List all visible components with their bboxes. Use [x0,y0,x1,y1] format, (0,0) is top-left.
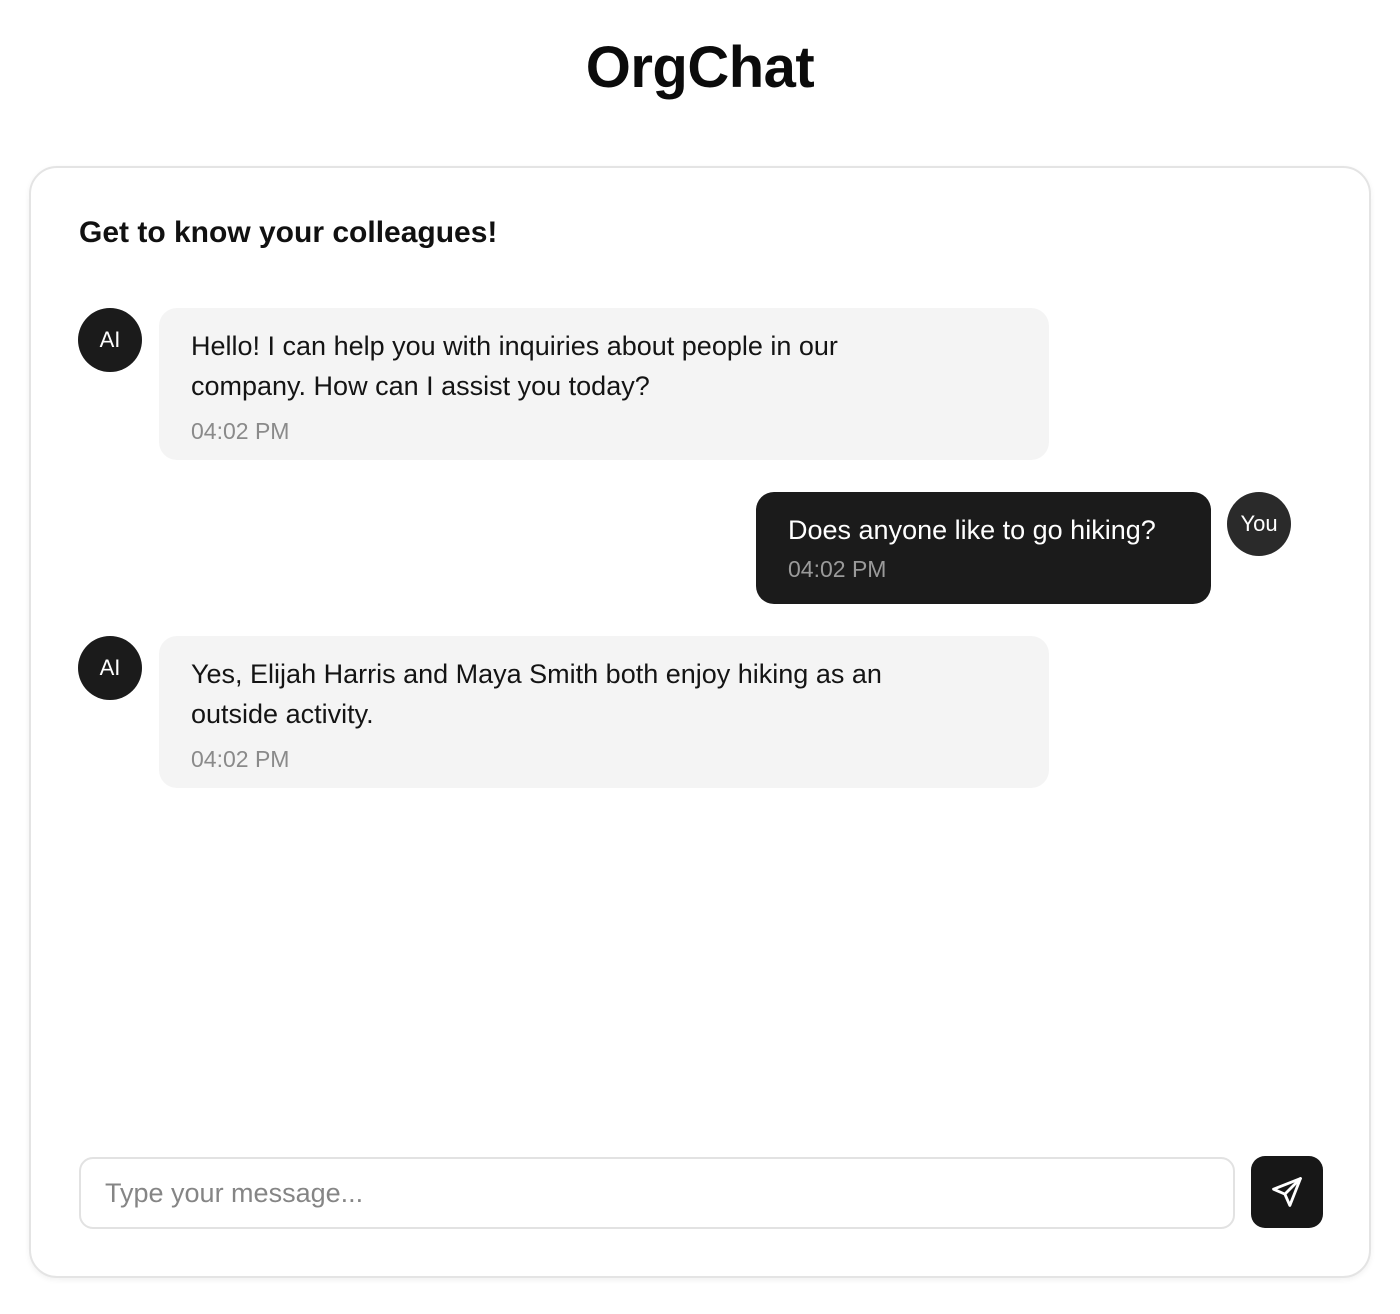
message-bubble-ai: Hello! I can help you with inquiries abo… [159,308,1049,460]
message-timestamp: 04:02 PM [788,556,887,582]
app-title: OrgChat [585,35,815,100]
ai-avatar: AI [78,308,142,372]
send-icon [1270,1175,1304,1209]
message-bubble-user: Does anyone like to go hiking? 04:02 PM [756,492,1211,604]
message-text: Does anyone like to go hiking? [788,515,1156,545]
send-button[interactable] [1251,1156,1323,1228]
message-timestamp: 04:02 PM [191,418,290,444]
user-avatar: You [1227,492,1291,556]
ai-avatar: AI [78,636,142,700]
chat-card: Get to know your colleagues! AI Hello! I… [29,166,1371,1278]
message-timestamp: 04:02 PM [191,746,290,772]
message-input[interactable] [79,1157,1235,1229]
message-bubble-ai: Yes, Elijah Harris and Maya Smith both e… [159,636,1049,788]
message-text: Hello! I can help you with inquiries abo… [191,331,838,401]
message-text: Yes, Elijah Harris and Maya Smith both e… [191,659,882,729]
chat-heading: Get to know your colleagues! [79,216,498,249]
